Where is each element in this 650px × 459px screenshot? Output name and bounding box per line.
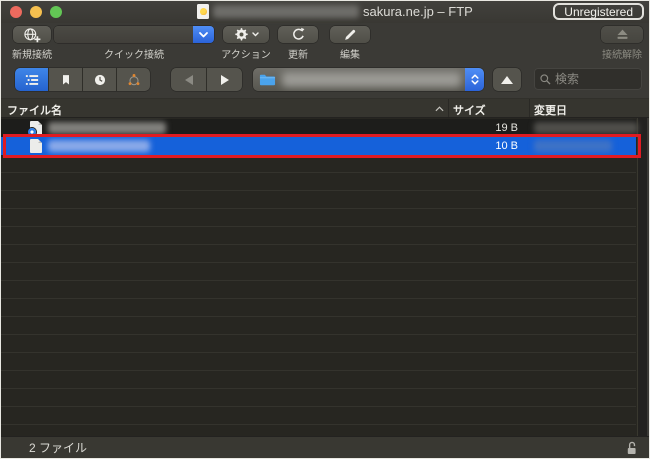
document-icon (30, 139, 42, 153)
refresh-item: 更新 (276, 26, 320, 61)
action-button[interactable] (223, 26, 269, 43)
redacted-host-name (213, 5, 359, 18)
globe-plus-icon (23, 27, 41, 43)
pencil-icon (343, 28, 357, 42)
redacted-file-name (48, 122, 166, 134)
unlocked-padlock-icon[interactable] (625, 440, 638, 456)
search-field-container (534, 68, 642, 90)
file-list: 19 B 10 B (1, 118, 649, 436)
history-segment[interactable] (83, 68, 116, 91)
quick-connect-combobox[interactable] (54, 26, 214, 43)
document-proxy-icon (197, 4, 209, 19)
column-divider[interactable] (448, 99, 449, 117)
bonjour-icon (127, 73, 141, 87)
main-toolbar: 新規接続 クイック接続 アクション (1, 23, 649, 61)
scrollbar-gutter[interactable] (637, 118, 649, 436)
outline-view-segment[interactable] (15, 68, 48, 91)
window-title: sakura.ne.jp – FTP (363, 4, 473, 19)
quick-connect-field[interactable] (54, 26, 193, 43)
quick-connect-dropdown-button[interactable] (193, 26, 214, 43)
empty-row-gridlines (1, 155, 636, 436)
disconnect-item: 接続解除 (598, 26, 646, 61)
up-triangle-icon (501, 76, 513, 84)
redacted-modified-date (534, 140, 612, 152)
unregistered-badge: Unregistered (553, 3, 644, 20)
search-icon (539, 73, 552, 86)
redacted-current-path (282, 72, 461, 87)
action-label: アクション (220, 46, 272, 61)
back-arrow-icon (185, 75, 193, 85)
disconnect-label: 接続解除 (598, 46, 646, 61)
folder-icon (259, 73, 276, 87)
sync-badge-icon (28, 128, 36, 136)
chevron-down-icon (252, 32, 259, 37)
forward-arrow-icon (221, 75, 229, 85)
disconnect-button[interactable] (601, 26, 643, 43)
redacted-file-name (48, 140, 150, 152)
bookmarks-segment[interactable] (49, 68, 82, 91)
go-up-directory-button[interactable] (493, 68, 521, 91)
new-connection-item: 新規接続 (7, 26, 57, 61)
refresh-button[interactable] (278, 26, 318, 43)
zoom-window-button[interactable] (50, 6, 62, 18)
action-item: アクション (220, 26, 272, 61)
column-header-filename[interactable]: ファイル名 (7, 102, 62, 118)
minimize-window-button[interactable] (30, 6, 42, 18)
view-segmented-control (15, 68, 150, 91)
column-header-modified[interactable]: 変更日 (534, 102, 567, 118)
table-row[interactable]: 19 B (1, 119, 636, 137)
path-popup-chevrons-button[interactable] (465, 68, 484, 91)
up-down-chevrons-icon (470, 72, 480, 87)
column-header-size[interactable]: サイズ (453, 102, 486, 118)
sort-ascending-icon (435, 106, 444, 112)
chevron-down-icon (198, 31, 209, 39)
forward-button[interactable] (207, 68, 242, 91)
history-nav-control (171, 68, 242, 91)
file-size: 19 B (448, 122, 518, 134)
refresh-icon (291, 27, 306, 42)
close-window-button[interactable] (10, 6, 22, 18)
refresh-label: 更新 (276, 46, 320, 61)
titlebar: sakura.ne.jp – FTP Unregistered (1, 1, 649, 23)
quick-connect-item: クイック接続 (54, 26, 214, 61)
outline-list-icon (25, 73, 39, 87)
app-window: sakura.ne.jp – FTP Unregistered 新規接続 ク (0, 0, 650, 459)
edit-item: 編集 (328, 26, 372, 61)
path-popup-button[interactable] (253, 68, 484, 91)
back-button[interactable] (171, 68, 206, 91)
bonjour-segment[interactable] (117, 68, 150, 91)
gear-icon (234, 27, 249, 42)
redacted-modified-date (534, 122, 638, 134)
new-connection-label: 新規接続 (7, 46, 57, 61)
edit-button[interactable] (330, 26, 370, 43)
quick-connect-label: クイック接続 (54, 46, 214, 61)
table-row-selected[interactable]: 10 B (1, 137, 636, 155)
clock-icon (93, 73, 107, 87)
table-header: ファイル名 サイズ 変更日 (1, 98, 649, 118)
edit-label: 編集 (328, 46, 372, 61)
new-connection-button[interactable] (13, 26, 51, 43)
statusbar: 2 ファイル (1, 436, 649, 458)
file-count: 2 ファイル (29, 439, 87, 456)
bookmark-icon (60, 73, 72, 87)
eject-icon (615, 27, 630, 42)
browser-navbar (1, 61, 649, 98)
column-divider[interactable] (529, 99, 530, 117)
search-input[interactable] (555, 72, 637, 86)
file-size: 10 B (448, 140, 518, 152)
